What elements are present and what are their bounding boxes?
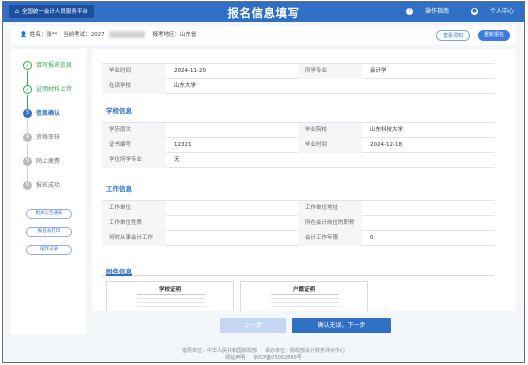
field-value: 2024-12-18 [370, 142, 402, 148]
reapply-button[interactable]: 重新报名 [477, 30, 510, 41]
top-header: ⌂ 全国统一会计人员服务平台 报名信息填写 ? 操作指南 ● 个人中心 [3, 2, 524, 22]
name-label: 姓名 [29, 32, 41, 38]
header-links: ? 操作指南 ● 个人中心 [386, 6, 514, 15]
name-field: 姓名：张** [29, 32, 58, 38]
exam-label: 当前考试 [63, 32, 86, 38]
user-center-link[interactable]: ● 个人中心 [461, 8, 514, 15]
step-label: 证明材料上传 [36, 86, 73, 93]
table-row: 学位所学专业 无 [102, 153, 494, 168]
field-value: 0 [370, 235, 374, 241]
step-number: 5 [23, 157, 32, 166]
field-value: 山东大学 [174, 83, 197, 89]
info-panel: 毕业时间 2024-11-20 所学专业 会计学 在读学校 山东大学 学校信息 学历层次… [92, 49, 516, 311]
step-number: 3 [23, 109, 32, 118]
step-number: 6 [23, 181, 32, 190]
document-thumbnail [271, 294, 339, 310]
table-row: 何时从事会计工作 会计工作年限 0 [102, 231, 494, 246]
work-grid: 工作单位 工作单位地址 工作单位性质 所在会计岗位的职称 何时从事会计工作 会计工作年… [102, 200, 494, 246]
field-label: 证书编号 [102, 138, 166, 153]
check-icon: ✓ [23, 61, 32, 70]
table-row: 工作单位性质 所在会计岗位的职称 [102, 216, 494, 231]
field-label: 工作单位 [102, 201, 166, 216]
table-row: 学历层次 毕业院校 山东科技大学 [102, 123, 494, 138]
region-field: 报考地区：山东省 [152, 32, 197, 38]
step-sidebar: ✓ 填写报名信息 ✓ 证明材料上传 3 信息确认 4 资格审核 5 网上缴费 6 报名成功 … [11, 49, 86, 334]
field-label: 会计工作年限 [298, 231, 362, 246]
view-tips-button[interactable]: 查看须知 [435, 30, 470, 41]
exam-value: 2027 [90, 32, 105, 38]
check-icon: ✓ [23, 85, 32, 94]
field-label: 所学专业 [298, 64, 362, 79]
prev-step-button[interactable]: 上一步 [220, 318, 286, 333]
name-value: 张** [46, 32, 58, 38]
step-label: 信息确认 [36, 110, 61, 117]
field-label: 在读学校 [102, 79, 166, 94]
field-value: 2024-11-20 [174, 68, 206, 74]
field-label: 毕业时间 [298, 138, 362, 153]
user-center-label: 个人中心 [489, 8, 514, 15]
footer-links: 网站声明 京ICP备05002860号 [3, 354, 524, 361]
table-row: 毕业时间 2024-11-20 所学专业 会计学 [102, 64, 494, 79]
app-window: ⌂ 全国统一会计人员服务平台 报名信息填写 ? 操作指南 ● 个人中心 👤 姓名：张**… [2, 1, 525, 363]
attachment-card-school-proof[interactable]: 学校证明 [106, 281, 234, 311]
step-label: 资格审核 [36, 134, 61, 141]
field-label: 工作单位性质 [102, 216, 166, 231]
field-label: 所在会计岗位的职称 [298, 216, 362, 231]
person-icon: 👤 [20, 32, 27, 38]
redacted-block [108, 31, 145, 38]
school-grid: 学历层次 毕业院校 山东科技大学 证书编号 12321 毕业时间 2024-12-18 学… [102, 122, 494, 168]
field-label: 何时从事会计工作 [102, 231, 166, 246]
table-row: 证书编号 12321 毕业时间 2024-12-18 [102, 138, 494, 153]
field-value: 山东科技大学 [370, 127, 404, 133]
field-value: 12321 [174, 142, 192, 148]
confirm-next-button[interactable]: 确认无误，下一步 [292, 318, 391, 333]
table-row: 工作单位 工作单位地址 [102, 201, 494, 216]
step-label: 填写报名信息 [36, 62, 73, 69]
step-number: 4 [23, 133, 32, 142]
region-label: 报考地区 [152, 32, 175, 38]
exam-info-bar: 👤 姓名：张** 当前考试：2027 报考地区：山东省 查看须知 重新报名 [11, 26, 516, 45]
step-label: 报名成功 [36, 182, 61, 189]
step-label: 网上缴费 [36, 158, 61, 165]
exam-field: 当前考试：2027 [63, 32, 105, 38]
guide-label: 操作指南 [425, 8, 450, 15]
field-label: 工作单位地址 [298, 201, 362, 216]
work-section-title: 工作信息 [106, 185, 132, 193]
attachment-title: 学校证明 [158, 287, 181, 293]
print-form-button[interactable]: 报名表打印 [26, 227, 72, 237]
operation-log-button[interactable]: 操作记录 [26, 245, 72, 255]
user-icon: ● [470, 8, 478, 15]
tab-underline [106, 274, 132, 276]
education-grid: 毕业时间 2024-11-20 所学专业 会计学 在读学校 山东大学 [102, 63, 494, 94]
document-thumbnail [137, 294, 205, 310]
attachment-title: 户籍证明 [292, 287, 315, 293]
guide-link[interactable]: ? 操作指南 [396, 8, 449, 15]
icp-link[interactable]: 京ICP备05002860号 [253, 355, 301, 361]
school-section-title: 学校信息 [106, 107, 132, 115]
table-row: 在读学校 山东大学 [102, 79, 494, 94]
site-statement-link[interactable]: 网站声明 [225, 355, 245, 361]
field-label: 学位所学专业 [102, 153, 166, 168]
field-label: 毕业时间 [102, 64, 166, 79]
field-label: 毕业院校 [298, 123, 362, 138]
field-label: 学历层次 [102, 123, 166, 138]
region-value: 山东省 [179, 32, 197, 38]
help-icon: ? [406, 8, 414, 15]
field-value: 无 [174, 157, 180, 163]
tab-divider [102, 275, 494, 276]
notice-button[interactable]: 相关公告通知 [26, 209, 72, 219]
footer-units: 指导单位：中华人民共和国财政部 承办单位：财政部会计财务评价中心 [3, 347, 524, 354]
field-value: 会计学 [370, 68, 387, 74]
attachment-card-household-proof[interactable]: 户籍证明 [240, 281, 368, 311]
